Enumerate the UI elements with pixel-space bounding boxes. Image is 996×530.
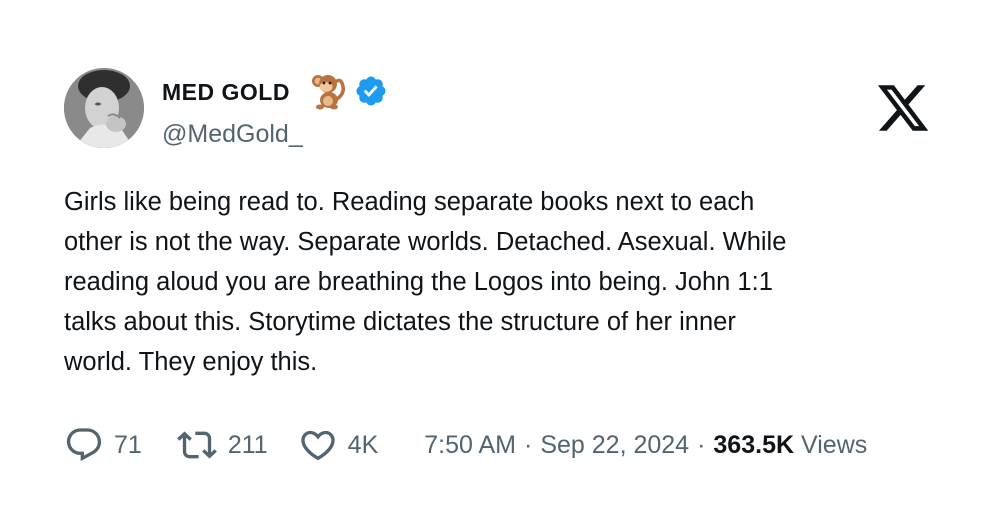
x-logo-icon[interactable] — [874, 80, 932, 136]
handle[interactable]: @MedGold_ — [162, 118, 303, 150]
repost-count: 211 — [227, 430, 268, 459]
heart-icon — [301, 430, 335, 461]
display-name[interactable]: MED GOLD — [162, 78, 290, 106]
reply-count: 71 — [114, 430, 142, 459]
reply-button[interactable]: 71 — [64, 425, 142, 465]
tweet-date[interactable]: Sep 22, 2024 — [540, 431, 689, 460]
avatar[interactable] — [64, 68, 144, 148]
views-count: 363.5K — [713, 430, 795, 459]
repost-icon — [176, 431, 217, 459]
reply-icon — [66, 428, 102, 462]
action-bar: 71 211 4K 7:50 AM · Sep 22, 2024 · 363.5… — [64, 423, 867, 467]
meta-separator: · — [524, 430, 533, 459]
monkey-icon — [312, 75, 345, 110]
tweet-text: Girls like being read to. Reading separa… — [64, 188, 787, 376]
repost-button[interactable]: 211 — [174, 425, 268, 465]
avatar-image — [64, 68, 144, 148]
views-label: Views — [801, 430, 868, 459]
like-count: 4K — [347, 430, 379, 459]
verified-badge-icon — [356, 76, 386, 106]
like-button[interactable]: 4K — [298, 425, 379, 465]
tweet-time[interactable]: 7:50 AM — [424, 431, 516, 460]
tweet-card: MED GOLD @MedGold_ Girls like being read… — [0, 0, 996, 530]
meta-separator: · — [697, 430, 706, 459]
tweet-meta: 7:50 AM · Sep 22, 2024 · 363.5K Views — [424, 431, 867, 460]
